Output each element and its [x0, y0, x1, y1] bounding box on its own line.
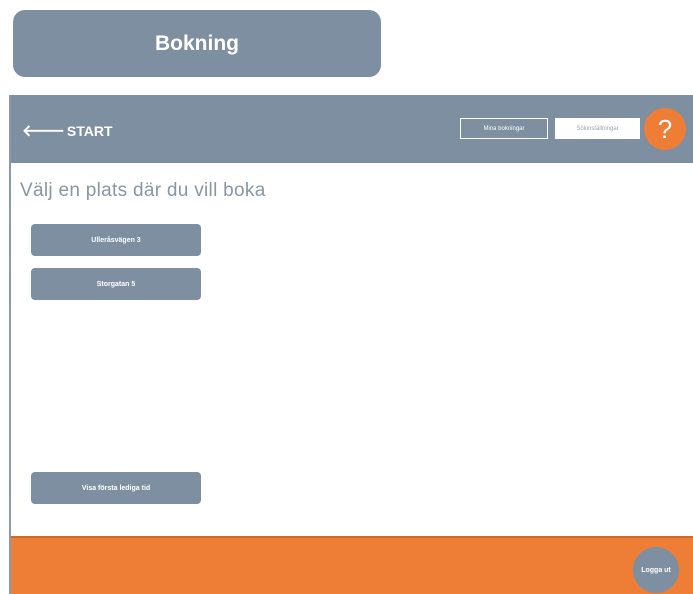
page-heading: Välj en plats där du vill boka	[20, 180, 266, 201]
top-bar: 🡐 START Mina bokningar Sökinställningar …	[11, 95, 693, 163]
back-to-start-label: START	[66, 122, 113, 139]
show-first-available-button[interactable]: Visa första lediga tid	[31, 472, 201, 504]
back-to-start-link[interactable]: 🡐 START	[22, 120, 113, 141]
title-card: Bokning	[13, 10, 381, 77]
arrow-left-icon: 🡐	[22, 123, 65, 140]
search-settings-button[interactable]: Sökinställningar	[555, 118, 640, 139]
app-frame: 🡐 START Mina bokningar Sökinställningar …	[9, 95, 693, 594]
my-bookings-button[interactable]: Mina bokningar	[460, 118, 548, 139]
location-button-1[interactable]: Ulleråsvägen 3	[31, 224, 201, 256]
footer-bar: Logga ut	[11, 536, 693, 594]
help-button[interactable]: ?	[644, 108, 686, 150]
page: Bokning 🡐 START Mina bokningar Sökinstäl…	[0, 0, 693, 594]
logout-button[interactable]: Logga ut	[633, 547, 679, 593]
location-button-2[interactable]: Storgatan 5	[31, 268, 201, 300]
question-mark-icon: ?	[657, 113, 673, 144]
title-card-label: Bokning	[155, 31, 239, 55]
